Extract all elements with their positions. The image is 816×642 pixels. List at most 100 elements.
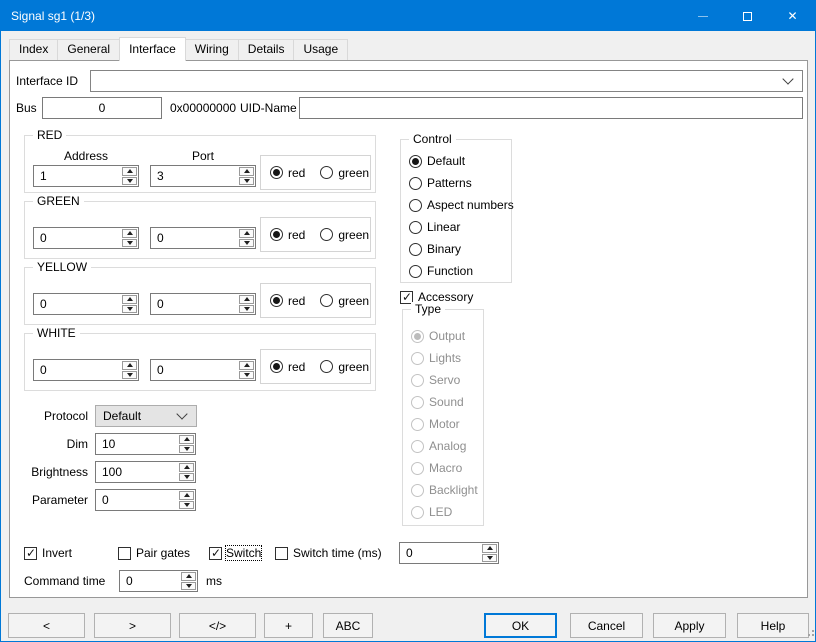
spin-up-button[interactable]: [122, 361, 137, 370]
spin-down-button[interactable]: [122, 305, 137, 314]
green-radio-green[interactable]: green: [320, 227, 369, 243]
help-button[interactable]: Help: [737, 613, 809, 638]
tab-interface[interactable]: Interface: [119, 37, 186, 61]
xml-button[interactable]: </>: [179, 613, 256, 638]
yellow-address-input[interactable]: [34, 294, 121, 314]
spin-up-button[interactable]: [239, 361, 254, 370]
spin-down-icon: [244, 307, 250, 311]
checkbox-icon: [275, 547, 288, 560]
parameter-input[interactable]: [96, 490, 178, 510]
red-port-input[interactable]: [151, 166, 238, 186]
switch-time-input[interactable]: [400, 543, 481, 563]
switch-label: Switch: [226, 546, 261, 560]
red-radio-red[interactable]: red: [270, 165, 305, 181]
spin-down-button[interactable]: [179, 473, 194, 482]
control-radio-patterns[interactable]: Patterns: [409, 175, 472, 191]
dim-input[interactable]: [96, 434, 178, 454]
spin-down-button[interactable]: [122, 239, 137, 248]
abc-button[interactable]: ABC: [323, 613, 373, 638]
radio-label: green: [338, 294, 369, 308]
spin-up-button[interactable]: [179, 463, 194, 472]
control-radio-function[interactable]: Function: [409, 263, 473, 279]
close-button[interactable]: ✕: [770, 1, 815, 31]
resize-grip[interactable]: [808, 634, 810, 636]
uid-name-label: UID-Name: [240, 100, 297, 116]
bus-input[interactable]: [43, 98, 161, 118]
brightness-input[interactable]: [96, 462, 178, 482]
control-radio-binary[interactable]: Binary: [409, 241, 461, 257]
green-port-input[interactable]: [151, 228, 238, 248]
switch-checkbox[interactable]: Switch: [209, 545, 261, 561]
control-radio-linear[interactable]: Linear: [409, 219, 460, 235]
red-port-spinbox: [150, 165, 256, 187]
command-time-input[interactable]: [120, 571, 180, 591]
spin-down-button[interactable]: [482, 554, 497, 563]
spin-down-button[interactable]: [179, 445, 194, 454]
radio-label: red: [288, 228, 305, 242]
cancel-button[interactable]: Cancel: [570, 613, 643, 638]
spin-up-button[interactable]: [122, 295, 137, 304]
control-radio-aspect-numbers[interactable]: Aspect numbers: [409, 197, 514, 213]
maximize-button[interactable]: [725, 1, 770, 31]
spin-down-button[interactable]: [239, 177, 254, 186]
red-polarity-panel: red green: [260, 155, 371, 190]
green-address-input[interactable]: [34, 228, 121, 248]
spin-up-button[interactable]: [179, 491, 194, 500]
spin-up-icon: [186, 574, 192, 578]
invert-label: Invert: [42, 546, 72, 560]
spin-down-button[interactable]: [181, 582, 196, 591]
add-button[interactable]: +: [264, 613, 313, 638]
protocol-combobox[interactable]: Default: [95, 405, 197, 427]
apply-button[interactable]: Apply: [653, 613, 726, 638]
radio-label: red: [288, 360, 305, 374]
switch-time-checkbox[interactable]: Switch time (ms): [275, 545, 382, 561]
radio-label: LED: [429, 505, 452, 519]
spin-down-button[interactable]: [239, 371, 254, 380]
interface-id-combobox[interactable]: [90, 70, 803, 92]
spin-up-button[interactable]: [181, 572, 196, 581]
spin-up-button[interactable]: [239, 229, 254, 238]
tab-general[interactable]: General: [57, 39, 120, 60]
spin-up-button[interactable]: [482, 544, 497, 553]
white-radio-green[interactable]: green: [320, 359, 369, 375]
spin-down-button[interactable]: [239, 239, 254, 248]
control-radio-default[interactable]: Default: [409, 153, 465, 169]
spin-up-button[interactable]: [239, 295, 254, 304]
invert-checkbox[interactable]: Invert: [24, 545, 72, 561]
tab-usage[interactable]: Usage: [293, 39, 348, 60]
spin-up-button[interactable]: [122, 229, 137, 238]
white-radio-red[interactable]: red: [270, 359, 305, 375]
spin-down-button[interactable]: [122, 177, 137, 186]
tab-index[interactable]: Index: [9, 39, 58, 60]
radio-icon: [411, 396, 424, 409]
chevron-down-icon: [176, 408, 187, 419]
next-button[interactable]: >: [94, 613, 171, 638]
radio-icon: [409, 177, 422, 190]
uid-name-input[interactable]: [300, 98, 802, 118]
spin-up-button[interactable]: [179, 435, 194, 444]
green-radio-red[interactable]: red: [270, 227, 305, 243]
spin-down-button[interactable]: [179, 501, 194, 510]
yellow-radio-green[interactable]: green: [320, 293, 369, 309]
spin-down-button[interactable]: [122, 371, 137, 380]
spin-up-button[interactable]: [239, 167, 254, 176]
spin-down-button[interactable]: [239, 305, 254, 314]
yellow-port-input[interactable]: [151, 294, 238, 314]
radio-icon: [320, 360, 333, 373]
red-radio-green[interactable]: green: [320, 165, 369, 181]
tab-wiring[interactable]: Wiring: [185, 39, 239, 60]
prev-button[interactable]: <: [8, 613, 85, 638]
white-port-input[interactable]: [151, 360, 238, 380]
pair-gates-checkbox[interactable]: Pair gates: [118, 545, 190, 561]
tab-details[interactable]: Details: [238, 39, 295, 60]
red-address-input[interactable]: [34, 166, 121, 186]
switch-time-spinbox: [399, 542, 499, 564]
spin-up-button[interactable]: [122, 167, 137, 176]
ok-button[interactable]: OK: [484, 613, 557, 638]
yellow-radio-red[interactable]: red: [270, 293, 305, 309]
white-address-input[interactable]: [34, 360, 121, 380]
minimize-button[interactable]: [680, 1, 725, 31]
type-radio-output: Output: [411, 328, 465, 344]
radio-icon: [411, 462, 424, 475]
spin-down-icon: [186, 584, 192, 588]
